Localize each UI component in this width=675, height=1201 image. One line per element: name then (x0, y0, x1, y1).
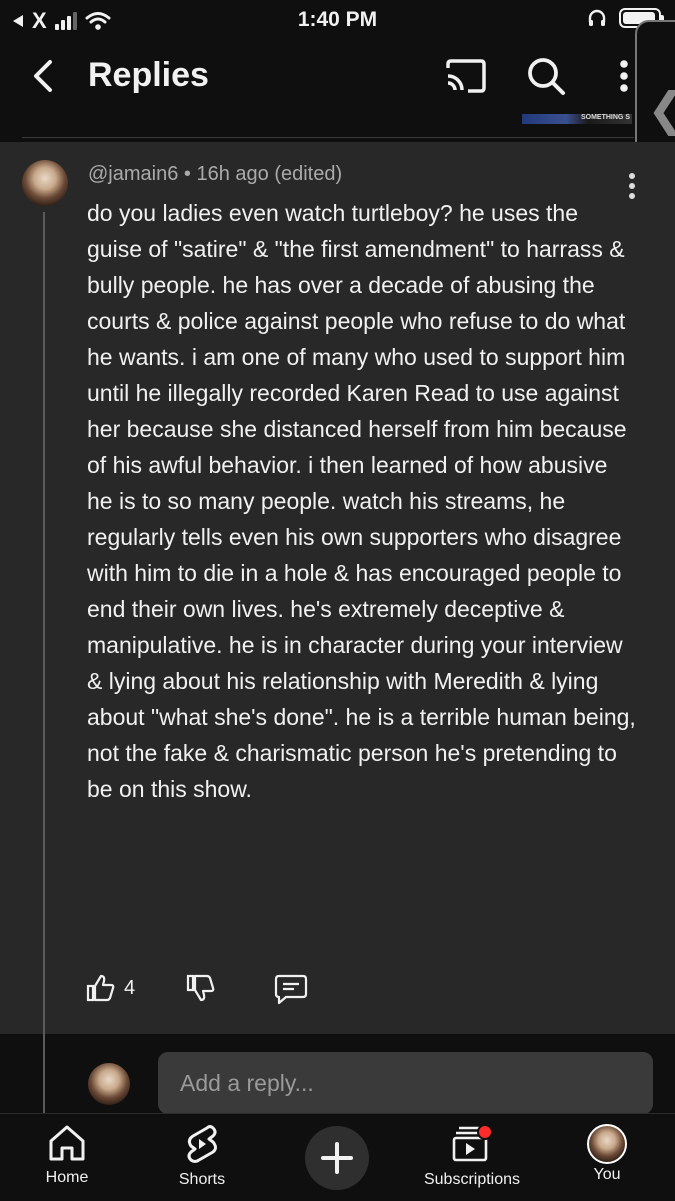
comment-meta: @jamain6 • 16h ago (edited) (88, 163, 342, 186)
status-bar: X 1:40 PM (0, 0, 675, 40)
header: Replies (0, 40, 675, 116)
avatar[interactable] (22, 160, 68, 206)
home-icon (49, 1125, 85, 1161)
back-button[interactable] (24, 56, 64, 96)
divider (22, 137, 634, 138)
chevron-left-icon: ❮ (647, 82, 675, 136)
notification-dot (477, 1124, 493, 1140)
nav-home-label: Home (45, 1169, 89, 1186)
nav-shorts-label: Shorts (178, 1171, 226, 1188)
meta-separator: • (183, 163, 191, 185)
comment-timestamp: 16h ago (edited) (196, 163, 343, 185)
video-thumbnail-strip[interactable]: SOMETHING S (522, 114, 632, 124)
cast-icon[interactable] (444, 58, 488, 94)
plus-icon (321, 1142, 353, 1174)
nav-shorts[interactable]: Shorts (147, 1124, 257, 1189)
nav-you[interactable]: You (552, 1124, 662, 1184)
create-button[interactable] (305, 1126, 369, 1190)
thumb-down-icon[interactable] (186, 973, 216, 1003)
like-count: 4 (124, 976, 136, 999)
you-avatar (587, 1124, 627, 1164)
search-icon[interactable] (526, 56, 566, 96)
like-button[interactable]: 4 (86, 973, 135, 1003)
current-user-avatar (88, 1063, 130, 1105)
status-time: 1:40 PM (297, 8, 378, 31)
headphones-icon (588, 9, 606, 26)
nav-subscriptions[interactable]: Subscriptions (416, 1124, 528, 1189)
comment-author[interactable]: @jamain6 (88, 163, 178, 185)
thread-line (43, 212, 45, 1117)
subscriptions-icon (452, 1124, 493, 1162)
comment-text: do you ladies even watch turtleboy? he u… (87, 200, 636, 802)
bottom-nav: Home Shorts Subscriptions You (0, 1113, 675, 1201)
thumb-up-icon (86, 974, 115, 1002)
more-vert-icon[interactable] (618, 58, 630, 94)
shorts-icon (187, 1125, 217, 1163)
page-title: Replies (88, 56, 209, 94)
reply-icon[interactable] (274, 973, 308, 1005)
nav-home[interactable]: Home (12, 1124, 122, 1187)
nav-you-label: You (593, 1166, 621, 1183)
nav-subscriptions-label: Subscriptions (423, 1171, 521, 1188)
reply-input[interactable] (158, 1052, 653, 1114)
